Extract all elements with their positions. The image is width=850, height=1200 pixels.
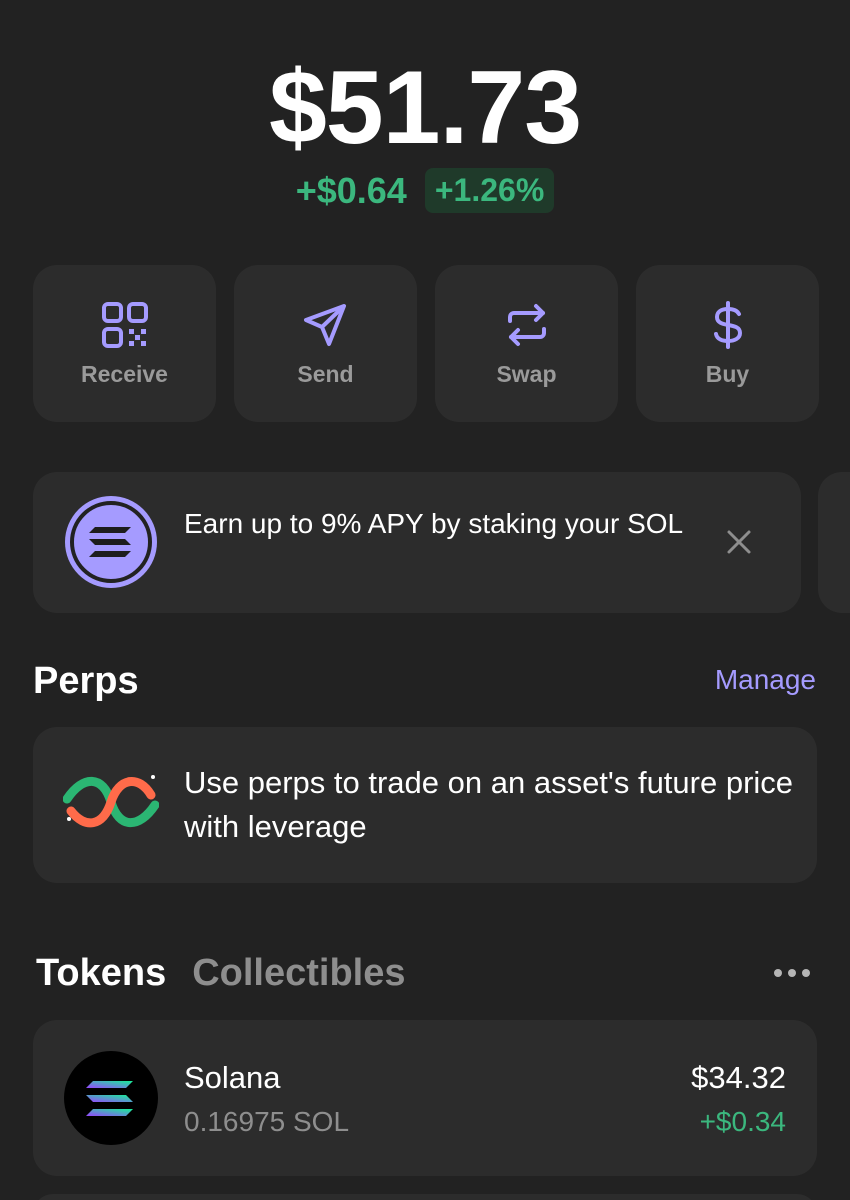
close-icon[interactable]	[721, 524, 757, 560]
swap-arrows-icon	[507, 304, 546, 346]
buy-button[interactable]: Buy	[636, 265, 819, 422]
more-options-icon[interactable]	[772, 958, 812, 988]
wallet-home: $51.73 +$0.64 +1.26% Receive Send Swap B…	[0, 0, 850, 1200]
solana-logo-icon	[64, 1051, 158, 1145]
swap-button[interactable]: Swap	[435, 265, 618, 422]
solana-icon	[65, 496, 157, 588]
receive-button[interactable]: Receive	[33, 265, 216, 422]
tab-collectibles[interactable]: Collectibles	[192, 952, 405, 995]
token-change: +$0.34	[699, 1106, 786, 1137]
token-value: $34.32	[691, 1060, 786, 1095]
manage-link[interactable]: Manage	[715, 664, 816, 696]
receive-label: Receive	[81, 361, 168, 387]
send-label: Send	[297, 361, 354, 387]
tab-tokens[interactable]: Tokens	[36, 952, 166, 995]
send-arrow-icon	[303, 304, 346, 346]
perps-card[interactable]: Use perps to trade on an asset's future …	[33, 727, 817, 883]
token-row[interactable]: Solana 0.16975 SOL $34.32 +$0.34	[33, 1020, 817, 1176]
next-promo-card[interactable]	[818, 472, 850, 613]
swap-label: Swap	[496, 361, 557, 387]
send-button[interactable]: Send	[234, 265, 417, 422]
qr-code-icon	[101, 302, 148, 348]
perps-description: Use perps to trade on an asset's future …	[184, 765, 794, 844]
staking-promo-card[interactable]: Earn up to 9% APY by staking your SOL	[33, 472, 801, 613]
quick-actions: Receive Send Swap Buy	[33, 265, 819, 422]
asset-tabs: Tokens Collectibles	[36, 952, 406, 995]
perps-title: Perps	[33, 660, 139, 702]
token-amount: 0.16975 SOL	[184, 1106, 350, 1137]
token-row[interactable]	[33, 1194, 817, 1200]
balance-change-percent-badge: +1.26%	[424, 168, 555, 213]
buy-label: Buy	[705, 361, 750, 387]
staking-promo-text: Earn up to 9% APY by staking your SOL	[184, 508, 684, 539]
dollar-icon	[713, 301, 742, 349]
total-balance: $51.73	[268, 50, 582, 166]
balance-change: +$0.64 +1.26%	[0, 168, 850, 213]
token-name: Solana	[184, 1060, 281, 1095]
balance-change-amount: +$0.64	[295, 169, 407, 211]
perps-icon	[63, 775, 159, 828]
